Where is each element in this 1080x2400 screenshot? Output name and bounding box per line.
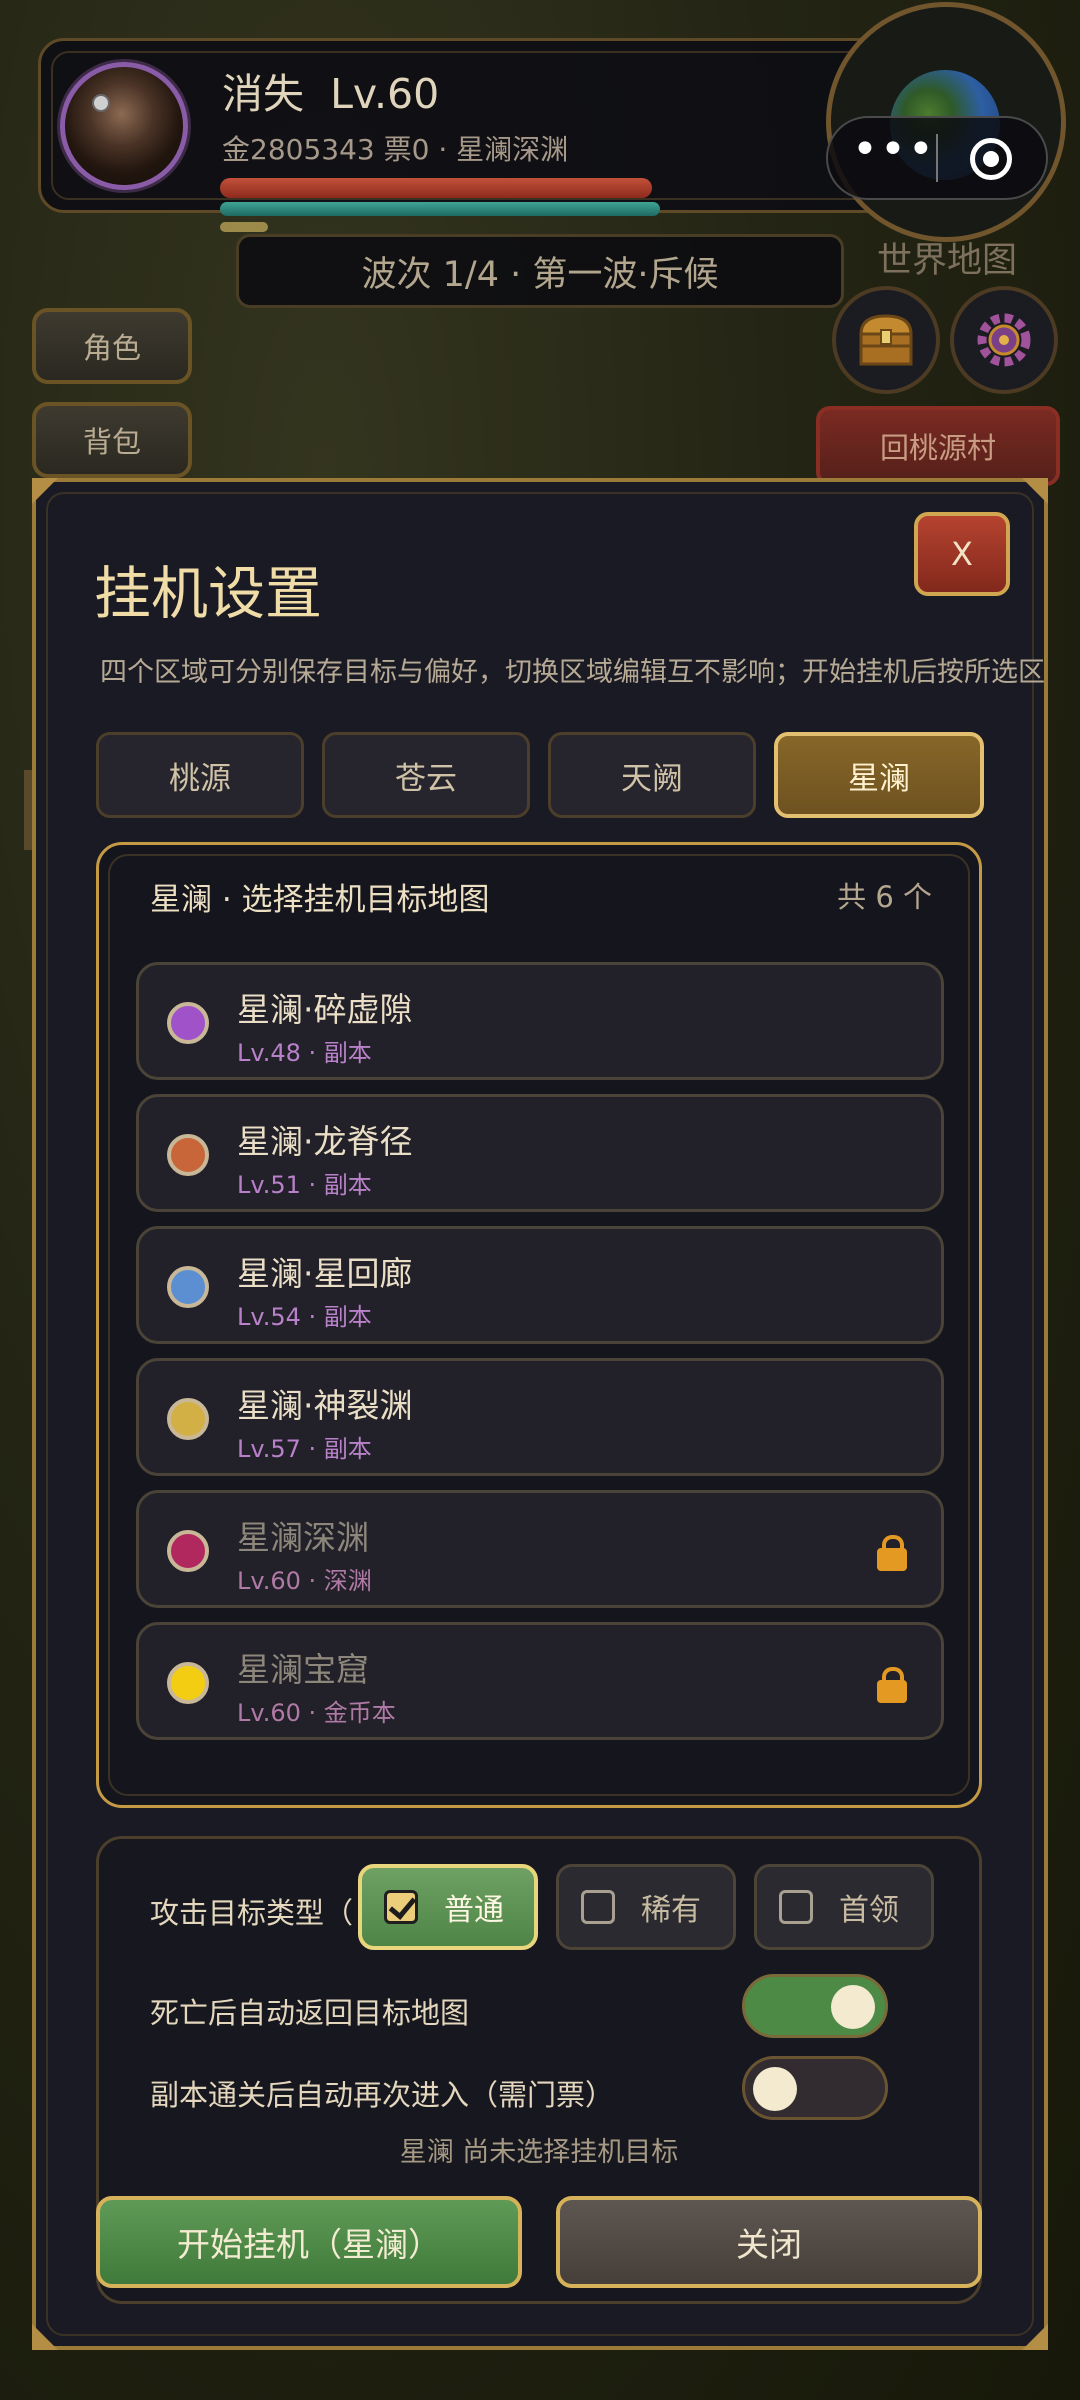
attack-target-type-label: 攻击目标类型（ bbox=[150, 1896, 354, 1930]
modal-close-button[interactable]: X bbox=[914, 512, 1010, 596]
map-color-dot bbox=[167, 1266, 209, 1308]
attack-normal-checkbox[interactable]: 普通 bbox=[358, 1864, 538, 1950]
auto-reenter-label: 副本通关后自动再次进入（需门票） bbox=[150, 2078, 615, 2112]
tab-xinglan[interactable]: 星澜 bbox=[774, 732, 984, 818]
checkbox-checked-icon bbox=[384, 1890, 418, 1924]
return-village-button[interactable]: 回桃源村 bbox=[816, 406, 1060, 486]
close-modal-button[interactable]: 关闭 bbox=[556, 2196, 982, 2288]
player-level: Lv.60 bbox=[330, 70, 440, 118]
lock-icon bbox=[877, 1535, 907, 1571]
map-level-type: Lv.54 · 副本 bbox=[237, 1303, 372, 1331]
map-color-dot bbox=[167, 1530, 209, 1572]
auto-return-toggle[interactable] bbox=[742, 1974, 888, 2038]
map-name: 星澜·星回廊 bbox=[237, 1254, 413, 1293]
player-stats: 金2805343 票0 · 星澜深渊 bbox=[222, 133, 569, 166]
tab-tianque[interactable]: 天阙 bbox=[548, 732, 756, 818]
modal-title: 挂机设置 bbox=[94, 561, 322, 627]
tab-taoyuan[interactable]: 桃源 bbox=[96, 732, 304, 818]
auto-reenter-toggle[interactable] bbox=[742, 2056, 888, 2120]
checkbox-empty-icon bbox=[779, 1890, 813, 1924]
map-level-type: Lv.51 · 副本 bbox=[237, 1171, 372, 1199]
map-item-locked[interactable]: 星澜深渊 Lv.60 · 深渊 bbox=[136, 1490, 944, 1608]
settings-gear-button[interactable] bbox=[950, 286, 1058, 394]
wave-indicator: 波次 1/4 · 第一波·斥候 bbox=[236, 234, 844, 308]
selection-hint: 星澜 尚未选择挂机目标 bbox=[399, 2137, 679, 2168]
map-color-dot bbox=[167, 1662, 209, 1704]
auto-return-label: 死亡后自动返回目标地图 bbox=[150, 1996, 470, 2030]
checkbox-empty-icon bbox=[581, 1890, 615, 1924]
hp-bar bbox=[220, 178, 652, 198]
target-map-count: 共 6 个 bbox=[837, 880, 932, 914]
map-item-locked[interactable]: 星澜宝窟 Lv.60 · 金币本 bbox=[136, 1622, 944, 1740]
mp-bar bbox=[220, 202, 660, 216]
map-level-type: Lv.60 · 金币本 bbox=[237, 1699, 396, 1727]
treasure-chest-icon bbox=[859, 314, 913, 366]
world-map-label[interactable]: 世界地图 bbox=[872, 232, 1022, 283]
treasure-chest-button[interactable] bbox=[832, 286, 940, 394]
checkbox-label: 稀有 bbox=[641, 1893, 701, 1928]
toggle-knob bbox=[831, 1985, 875, 2029]
target-map-panel-title: 星澜 · 选择挂机目标地图 bbox=[150, 882, 490, 918]
xp-bar bbox=[220, 222, 268, 232]
attack-boss-checkbox[interactable]: 首领 bbox=[754, 1864, 934, 1950]
map-item[interactable]: 星澜·神裂渊 Lv.57 · 副本 bbox=[136, 1358, 944, 1476]
role-button[interactable]: 角色 bbox=[32, 308, 192, 384]
more-dots-icon[interactable]: ••• bbox=[852, 124, 934, 175]
gear-icon bbox=[977, 313, 1031, 367]
start-auto-battle-button[interactable]: 开始挂机（星澜） bbox=[96, 2196, 522, 2288]
capsule-divider bbox=[936, 134, 938, 182]
checkbox-label: 普通 bbox=[444, 1893, 504, 1928]
map-name: 星澜宝窟 bbox=[237, 1650, 369, 1689]
map-name: 星澜深渊 bbox=[237, 1518, 369, 1557]
map-name: 星澜·神裂渊 bbox=[237, 1386, 413, 1425]
player-name-level: 消失 Lv.60 bbox=[222, 60, 439, 120]
map-level-type: Lv.57 · 副本 bbox=[237, 1435, 372, 1463]
map-item[interactable]: 星澜·星回廊 Lv.54 · 副本 bbox=[136, 1226, 944, 1344]
target-circle-icon[interactable] bbox=[970, 138, 1012, 180]
map-color-dot bbox=[167, 1134, 209, 1176]
player-name: 消失 bbox=[222, 70, 304, 118]
toggle-knob bbox=[753, 2067, 797, 2111]
map-item[interactable]: 星澜·碎虚隙 Lv.48 · 副本 bbox=[136, 962, 944, 1080]
map-item[interactable]: 星澜·龙脊径 Lv.51 · 副本 bbox=[136, 1094, 944, 1212]
map-level-type: Lv.60 · 深渊 bbox=[237, 1567, 372, 1595]
map-color-dot bbox=[167, 1002, 209, 1044]
attack-rare-checkbox[interactable]: 稀有 bbox=[556, 1864, 736, 1950]
map-level-type: Lv.48 · 副本 bbox=[237, 1039, 372, 1067]
player-avatar[interactable] bbox=[60, 62, 188, 190]
map-name: 星澜·龙脊径 bbox=[237, 1122, 413, 1161]
checkbox-label: 首领 bbox=[839, 1893, 899, 1928]
map-name: 星澜·碎虚隙 bbox=[237, 990, 413, 1029]
modal-description: 四个区域可分别保存目标与偏好，切换区域编辑互不影响；开始挂机后按所选区 bbox=[100, 657, 1045, 688]
avatar-status-dot bbox=[92, 94, 110, 112]
tab-cangyun[interactable]: 苍云 bbox=[322, 732, 530, 818]
map-color-dot bbox=[167, 1398, 209, 1440]
bag-button[interactable]: 背包 bbox=[32, 402, 192, 478]
lock-icon bbox=[877, 1667, 907, 1703]
